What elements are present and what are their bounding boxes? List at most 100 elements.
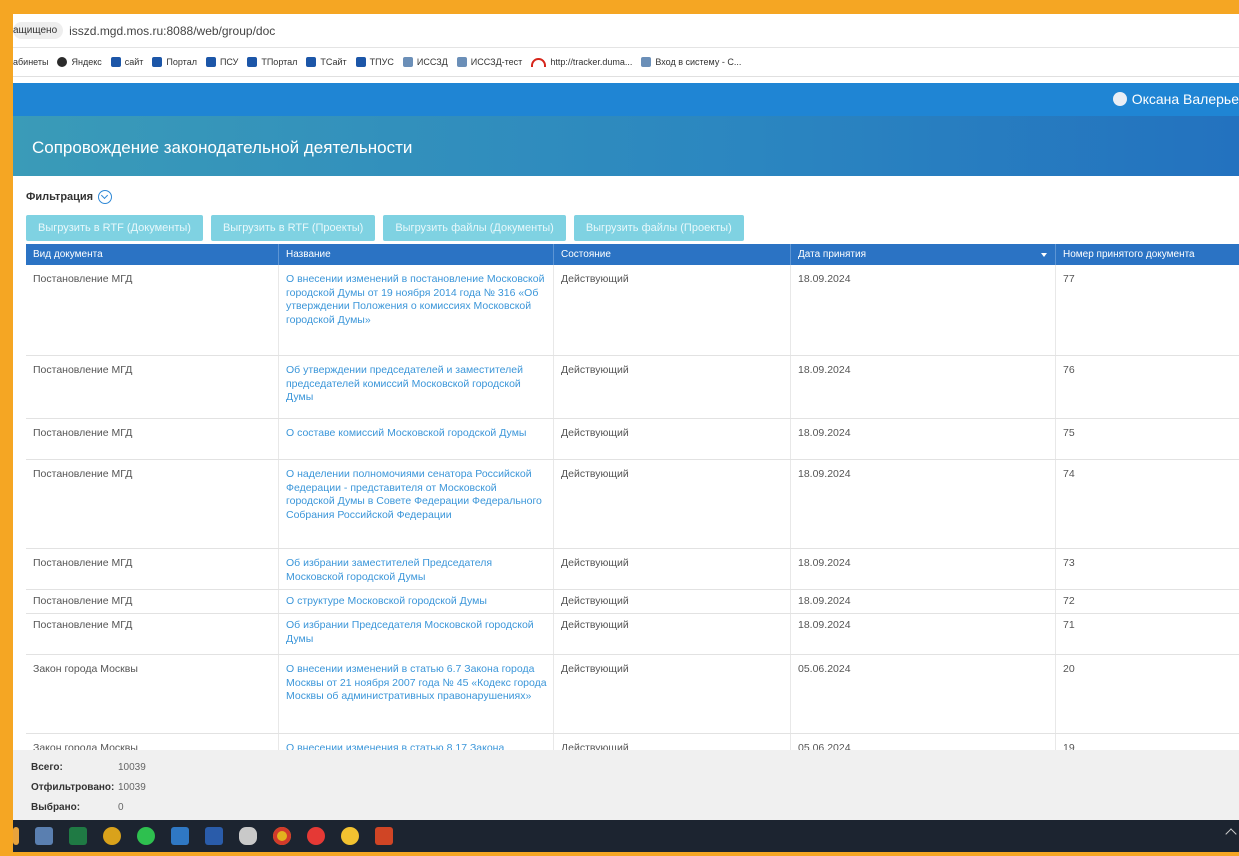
paint-icon[interactable]: [103, 827, 121, 845]
column-header-date[interactable]: Дата принятия: [791, 244, 1056, 265]
arch-icon: [531, 57, 547, 67]
bookmark-cabinets[interactable]: абинеты: [13, 57, 48, 67]
cell-title-link[interactable]: Об утверждении председателей и заместите…: [279, 356, 554, 418]
cell-number: 19: [1063, 742, 1075, 750]
browser-window: ащищено isszd.mgd.mos.ru:8088/web/group/…: [13, 14, 1239, 852]
cell-title-link[interactable]: О внесении изменения в статью 8.17 Закон…: [279, 734, 554, 750]
bookmark-label: ИССЗД: [416, 57, 448, 67]
cell-title-link[interactable]: Об избрании заместителей Председателя Мо…: [279, 549, 554, 589]
cell-type: Постановление МГД: [26, 549, 279, 589]
chevron-up-icon[interactable]: [1225, 828, 1237, 840]
cell-status: Действующий: [554, 734, 791, 750]
bookmark-psu[interactable]: ПСУ: [205, 57, 238, 67]
cell-date: 05.06.2024: [791, 734, 1056, 750]
table-row[interactable]: Закон города Москвы О внесении изменения…: [26, 734, 1239, 750]
table-row[interactable]: Постановление МГД О составе комиссий Мос…: [26, 419, 1239, 460]
bookmark-tracker[interactable]: http://tracker.duma...: [531, 57, 632, 67]
user-menu[interactable]: Оксана Валерье: [1112, 91, 1239, 107]
column-header-status[interactable]: Состояние: [554, 244, 791, 265]
column-header-type[interactable]: Вид документа: [26, 244, 279, 265]
bookmark-portal[interactable]: Портал: [152, 57, 197, 67]
cell-type: Закон города Москвы: [26, 734, 279, 750]
table-row[interactable]: Постановление МГД О структуре Московской…: [26, 590, 1239, 614]
cell-title-link[interactable]: О внесении изменений в постановление Мос…: [279, 265, 554, 355]
selected-value: 0: [118, 802, 124, 813]
export-files-docs-button[interactable]: Выгрузить файлы (Документы): [383, 215, 566, 241]
cell-title-link[interactable]: О внесении изменений в статью 6.7 Закона…: [279, 655, 554, 733]
user-avatar-icon: [1112, 92, 1127, 106]
table-row[interactable]: Постановление МГД О внесении изменений в…: [26, 265, 1239, 356]
yandex-browser-icon[interactable]: [307, 827, 325, 845]
bookmark-label: ТПУС: [369, 57, 394, 67]
cell-status: Действующий: [554, 419, 791, 459]
bookmark-isszd-test[interactable]: ИССЗД-тест: [456, 57, 522, 67]
taskbar: [13, 820, 1239, 852]
chrome-icon[interactable]: [273, 827, 291, 845]
cell-number: 20: [1063, 663, 1075, 675]
bookmark-site[interactable]: сайт: [110, 57, 143, 67]
filtered-label: Отфильтровано:: [31, 782, 115, 793]
psu-icon: [205, 57, 216, 67]
cell-title-link[interactable]: О структуре Московской городской Думы: [279, 590, 554, 613]
security-label: ащищено: [13, 22, 64, 39]
export-rtf-projects-button[interactable]: Выгрузить в RTF (Проекты): [210, 215, 376, 241]
cell-number: 74: [1063, 468, 1075, 480]
bookmark-yandex[interactable]: Яндекс: [57, 57, 102, 67]
app-icon[interactable]: [341, 827, 359, 845]
chevron-down-icon[interactable]: [98, 190, 113, 204]
cell-status: Действующий: [554, 590, 791, 613]
bookmark-tportal[interactable]: ТПортал: [247, 57, 297, 67]
cell-date: 18.09.2024: [791, 460, 1056, 548]
tportal-icon: [247, 57, 258, 67]
cell-type: Постановление МГД: [26, 356, 279, 418]
outlook-icon[interactable]: [171, 827, 189, 845]
filtered-count: Отфильтровано:: [31, 782, 114, 793]
cell-date: 18.09.2024: [791, 419, 1056, 459]
bookmark-label: Портал: [166, 57, 197, 67]
yandex-icon: [57, 57, 68, 67]
messenger-icon[interactable]: [137, 827, 155, 845]
cell-date: 18.09.2024: [791, 356, 1056, 418]
bookmark-tsite[interactable]: ТСайт: [306, 57, 347, 67]
cell-type: Постановление МГД: [26, 590, 279, 613]
table-row[interactable]: Постановление МГД Об избрании заместител…: [26, 549, 1239, 590]
cell-title-link[interactable]: Об избрании Председателя Московской горо…: [279, 614, 554, 654]
filter-toggle[interactable]: Фильтрация: [26, 190, 113, 204]
bookmark-label: ТПортал: [261, 57, 298, 67]
table-row[interactable]: Постановление МГД Об утверждении председ…: [26, 356, 1239, 419]
bookmark-isszd[interactable]: ИССЗД: [402, 57, 448, 67]
export-rtf-docs-button[interactable]: Выгрузить в RTF (Документы): [26, 215, 203, 241]
bookmark-tpus[interactable]: ТПУС: [355, 57, 394, 67]
filtered-value: 10039: [118, 782, 146, 793]
column-header-number[interactable]: Номер принятого документа: [1056, 244, 1239, 265]
bookmark-label: Яндекс: [71, 57, 102, 67]
sort-desc-icon: [1041, 253, 1047, 257]
cell-number: 76: [1063, 364, 1075, 376]
start-icon[interactable]: [13, 827, 19, 845]
table-row[interactable]: Постановление МГД Об избрании Председате…: [26, 614, 1239, 655]
site-icon: [110, 57, 121, 67]
calculator-icon[interactable]: [35, 827, 53, 845]
powerpoint-icon[interactable]: [375, 827, 393, 845]
excel-icon[interactable]: [69, 827, 87, 845]
address-bar[interactable]: ащищено isszd.mgd.mos.ru:8088/web/group/…: [13, 14, 1239, 48]
cell-title-link[interactable]: О наделении полномочиями сенатора Россий…: [279, 460, 554, 548]
cell-date: 18.09.2024: [791, 590, 1056, 613]
cell-type: Закон города Москвы: [26, 655, 279, 733]
selected-label: Выбрано:: [31, 802, 81, 813]
cloud-icon[interactable]: [239, 827, 257, 845]
cell-type: Постановление МГД: [26, 265, 279, 355]
bookmark-label: Вход в систему - С...: [655, 57, 742, 67]
table-row[interactable]: Постановление МГД О наделении полномочия…: [26, 460, 1239, 549]
table-row[interactable]: Закон города Москвы О внесении изменений…: [26, 655, 1239, 734]
column-header-title[interactable]: Название: [279, 244, 554, 265]
cell-type: Постановление МГД: [26, 614, 279, 654]
url-text[interactable]: isszd.mgd.mos.ru:8088/web/group/doc: [69, 24, 275, 38]
page-banner: Сопровождение законодательной деятельнос…: [13, 116, 1239, 176]
bookmark-login[interactable]: Вход в систему - С...: [641, 57, 741, 67]
export-files-projects-button[interactable]: Выгрузить файлы (Проекты): [573, 215, 744, 241]
cell-date: 18.09.2024: [791, 549, 1056, 589]
cell-title-link[interactable]: О составе комиссий Московской городской …: [279, 419, 554, 459]
word-icon[interactable]: [205, 827, 223, 845]
user-name: Оксана Валерье: [1131, 91, 1239, 107]
